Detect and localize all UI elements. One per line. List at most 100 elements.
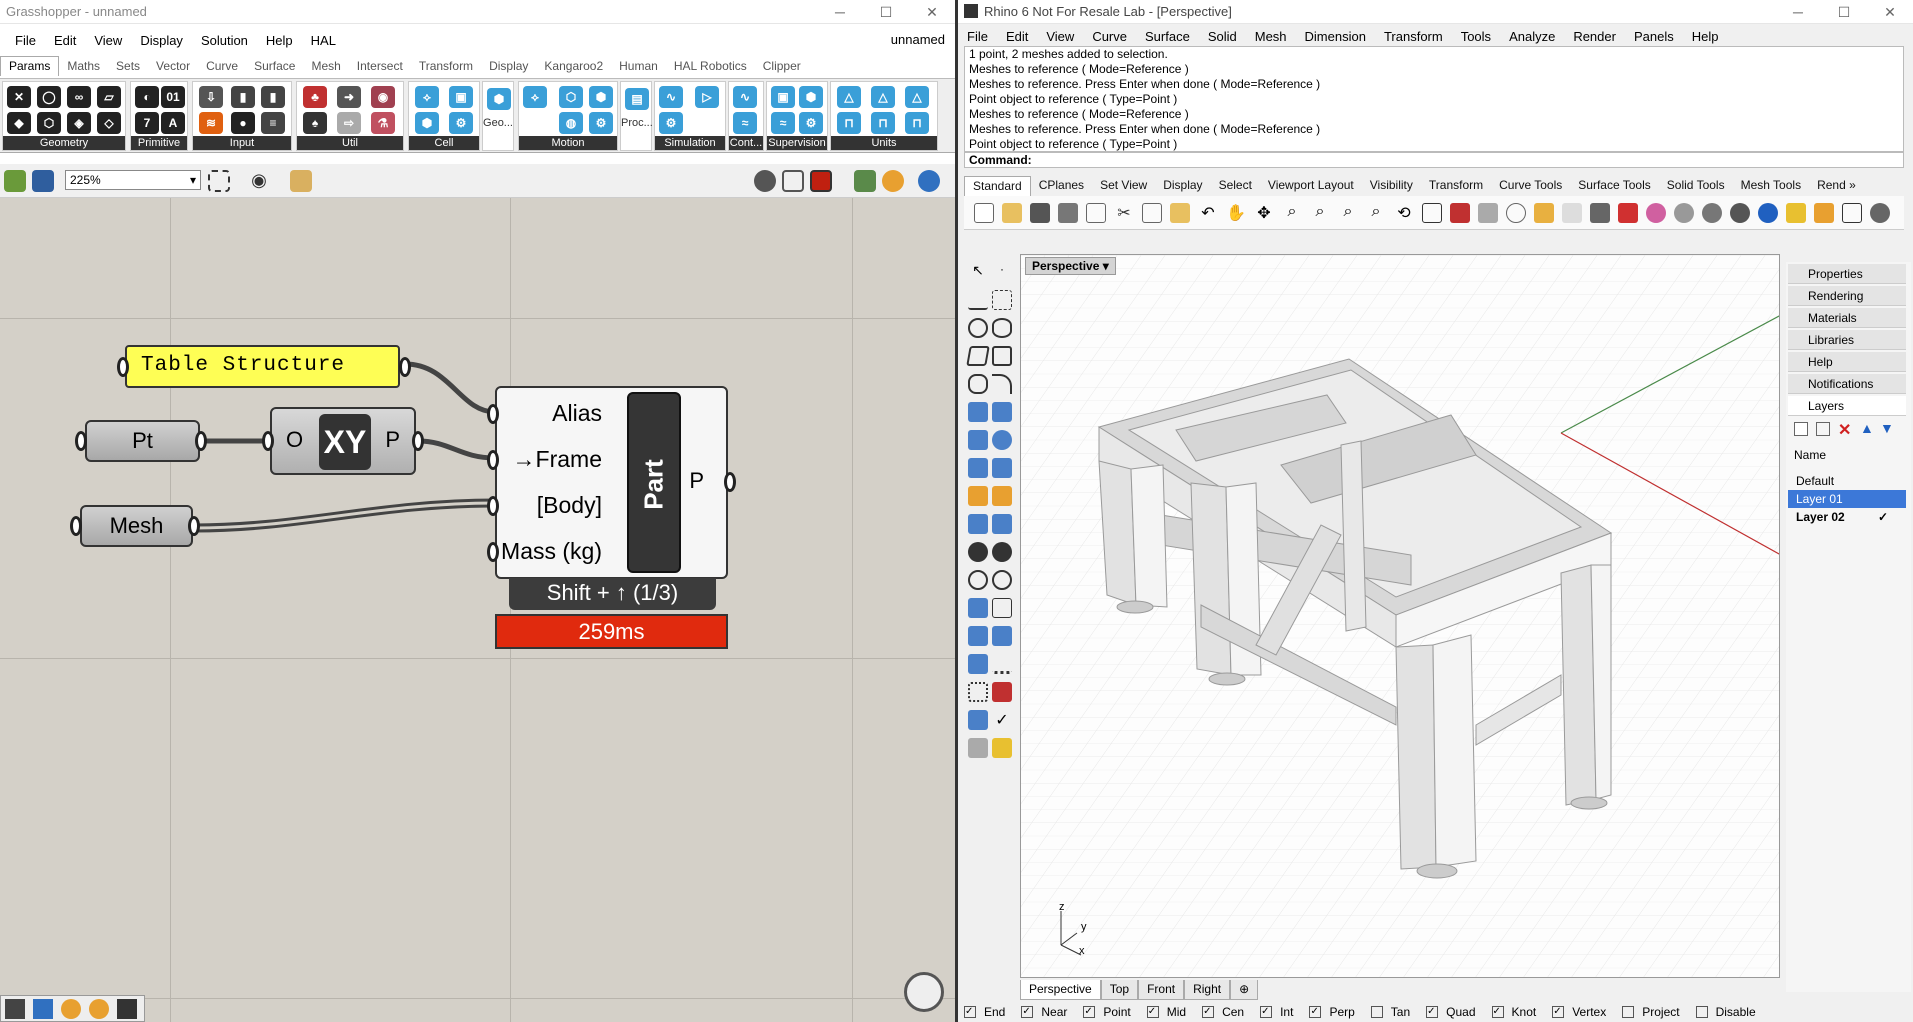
move-down-icon[interactable]: ▼ xyxy=(1880,420,1894,436)
pt-output-grip[interactable] xyxy=(195,431,207,451)
sketch-icon[interactable] xyxy=(290,170,312,192)
ellipse-icon[interactable] xyxy=(992,318,1012,338)
arc-icon[interactable] xyxy=(992,374,1012,394)
checkbox-icon[interactable]: ✓ xyxy=(1260,1006,1273,1018)
tab-hal-robotics[interactable]: HAL Robotics xyxy=(666,57,755,76)
signal-icon[interactable]: ≈ xyxy=(771,112,795,134)
tab-sets[interactable]: Sets xyxy=(108,57,148,76)
minimize-icon[interactable]: ─ xyxy=(817,0,863,24)
osnap-near[interactable]: ✓ Near xyxy=(1021,1005,1075,1019)
zoom-window-icon[interactable]: ⌕ xyxy=(1310,203,1330,223)
perspective-viewport[interactable]: Perspective ▾ z y x xyxy=(1020,254,1780,978)
mesh-param-icon[interactable]: ⬡ xyxy=(37,112,61,134)
polyline-icon[interactable] xyxy=(968,290,988,310)
rendered-sphere-icon[interactable] xyxy=(1730,203,1750,223)
circle-icon[interactable]: ◯ xyxy=(37,86,61,108)
shaded-sphere-icon[interactable] xyxy=(1702,203,1722,223)
group-tool-icon[interactable] xyxy=(992,542,1012,562)
dimension-icon[interactable] xyxy=(968,654,988,674)
mesh-tool-icon[interactable] xyxy=(992,458,1012,478)
osnap-disable[interactable]: Disable xyxy=(1695,1005,1764,1019)
point-icon[interactable]: · xyxy=(992,262,1012,282)
jump-icon[interactable]: ⇨ xyxy=(337,112,361,134)
zoom-selected-icon[interactable]: ⌕ xyxy=(1366,203,1386,223)
new-icon[interactable] xyxy=(974,203,994,223)
checkbox-icon[interactable] xyxy=(1370,1006,1383,1018)
slider-icon[interactable]: ⇩ xyxy=(199,86,223,108)
rotate-icon[interactable] xyxy=(968,570,988,590)
panel-rendering[interactable]: Rendering xyxy=(1788,286,1906,306)
part-component[interactable]: Alias →Frame [Body] Mass (kg) Part P xyxy=(495,386,728,579)
grid-icon[interactable] xyxy=(968,682,988,702)
number-icon[interactable]: 7 xyxy=(135,112,159,134)
circle-tool-icon[interactable] xyxy=(968,318,988,338)
sketch-tool-icon[interactable] xyxy=(5,999,25,1019)
unit-time-icon[interactable]: ⊓ xyxy=(837,112,861,134)
chevron-down-icon[interactable]: ▾ xyxy=(1103,259,1109,273)
analyze-icon[interactable] xyxy=(992,682,1012,702)
text-tool-icon[interactable] xyxy=(968,598,988,618)
wrench-icon[interactable] xyxy=(117,999,137,1019)
boolean-icon[interactable]: ◐ xyxy=(135,86,159,108)
tab-transform[interactable]: Transform xyxy=(1421,176,1491,196)
gh-menu-hal[interactable]: HAL xyxy=(302,33,345,48)
pen-icon[interactable] xyxy=(1786,203,1806,223)
trim-icon[interactable] xyxy=(968,514,988,534)
osnap-vertex[interactable]: ✓ Vertex xyxy=(1552,1005,1614,1019)
copy-icon[interactable] xyxy=(1142,203,1162,223)
vp-tab-perspective[interactable]: Perspective xyxy=(1020,980,1101,1000)
panel-properties[interactable]: Properties xyxy=(1788,264,1906,284)
tab-mesh[interactable]: Mesh xyxy=(303,57,348,76)
gradient-icon[interactable]: ≋ xyxy=(199,112,223,134)
text-icon[interactable]: A xyxy=(161,112,185,134)
panel-output-grip[interactable] xyxy=(399,357,411,377)
check-icon[interactable]: ✓ xyxy=(992,710,1012,730)
checkbox-icon[interactable]: ✓ xyxy=(1021,1006,1034,1018)
array-icon[interactable] xyxy=(968,626,988,646)
unit-accel-icon[interactable]: ⊓ xyxy=(905,112,929,134)
cell-controller-icon[interactable]: ▣ xyxy=(449,86,473,108)
xy-input-grip[interactable] xyxy=(262,431,274,451)
body-grip[interactable] xyxy=(487,496,499,516)
controller-wave-icon[interactable]: ≈ xyxy=(733,112,757,134)
rh-menu-view[interactable]: View xyxy=(1037,29,1083,44)
toggle-icon[interactable]: ▮ xyxy=(261,86,285,108)
new-sublayer-icon[interactable] xyxy=(1816,422,1830,436)
options-gear-icon[interactable] xyxy=(1814,203,1834,223)
tab-visibility[interactable]: Visibility xyxy=(1362,176,1421,196)
osnap-quad[interactable]: ✓ Quad xyxy=(1426,1005,1483,1019)
geo-icon[interactable]: ⬢ xyxy=(487,88,511,110)
split-icon[interactable] xyxy=(992,514,1012,534)
table-structure-panel[interactable]: Table Structure xyxy=(125,345,400,388)
eye-icon[interactable]: ◉ xyxy=(248,170,270,192)
grasshopper-launch-icon[interactable] xyxy=(1842,203,1862,223)
panel-notifications[interactable]: Notifications xyxy=(1788,374,1906,394)
box-icon[interactable] xyxy=(968,430,988,450)
drafting-icon[interactable] xyxy=(968,738,988,758)
maximize-icon[interactable]: ☐ xyxy=(863,0,909,24)
tab-maths[interactable]: Maths xyxy=(59,57,108,76)
osnap-tan[interactable]: Tan xyxy=(1370,1005,1418,1019)
scale-icon[interactable] xyxy=(992,598,1012,618)
tab-clipper[interactable]: Clipper xyxy=(755,57,809,76)
rh-menu-file[interactable]: File xyxy=(958,29,997,44)
grid-snap-icon[interactable] xyxy=(1506,203,1526,223)
osnap-cen[interactable]: ✓ Cen xyxy=(1202,1005,1252,1019)
cell-part-icon[interactable]: ⬢ xyxy=(415,112,439,134)
motion-icon[interactable]: ⟡ xyxy=(523,86,547,108)
rh-menu-edit[interactable]: Edit xyxy=(997,29,1037,44)
motion-settings-icon[interactable]: ⚙ xyxy=(589,112,613,134)
checkbox-icon[interactable]: ✓ xyxy=(1552,1006,1565,1018)
tree-icon[interactable]: ♠ xyxy=(303,112,327,134)
checkbox-icon[interactable]: ✓ xyxy=(1202,1006,1215,1018)
solver-icon[interactable]: ⚙ xyxy=(659,112,683,134)
geometry-icon[interactable]: ✕ xyxy=(7,86,31,108)
preview-selected-icon[interactable] xyxy=(810,170,832,192)
viewport-title[interactable]: Perspective ▾ xyxy=(1025,257,1116,275)
render-tool-icon[interactable] xyxy=(968,710,988,730)
panel-input-grip[interactable] xyxy=(117,357,129,377)
zoom-icon[interactable]: ⌕ xyxy=(1282,203,1302,223)
car-icon[interactable] xyxy=(1450,203,1470,223)
pt-param[interactable]: Pt xyxy=(85,420,200,462)
print-icon[interactable] xyxy=(1058,203,1078,223)
